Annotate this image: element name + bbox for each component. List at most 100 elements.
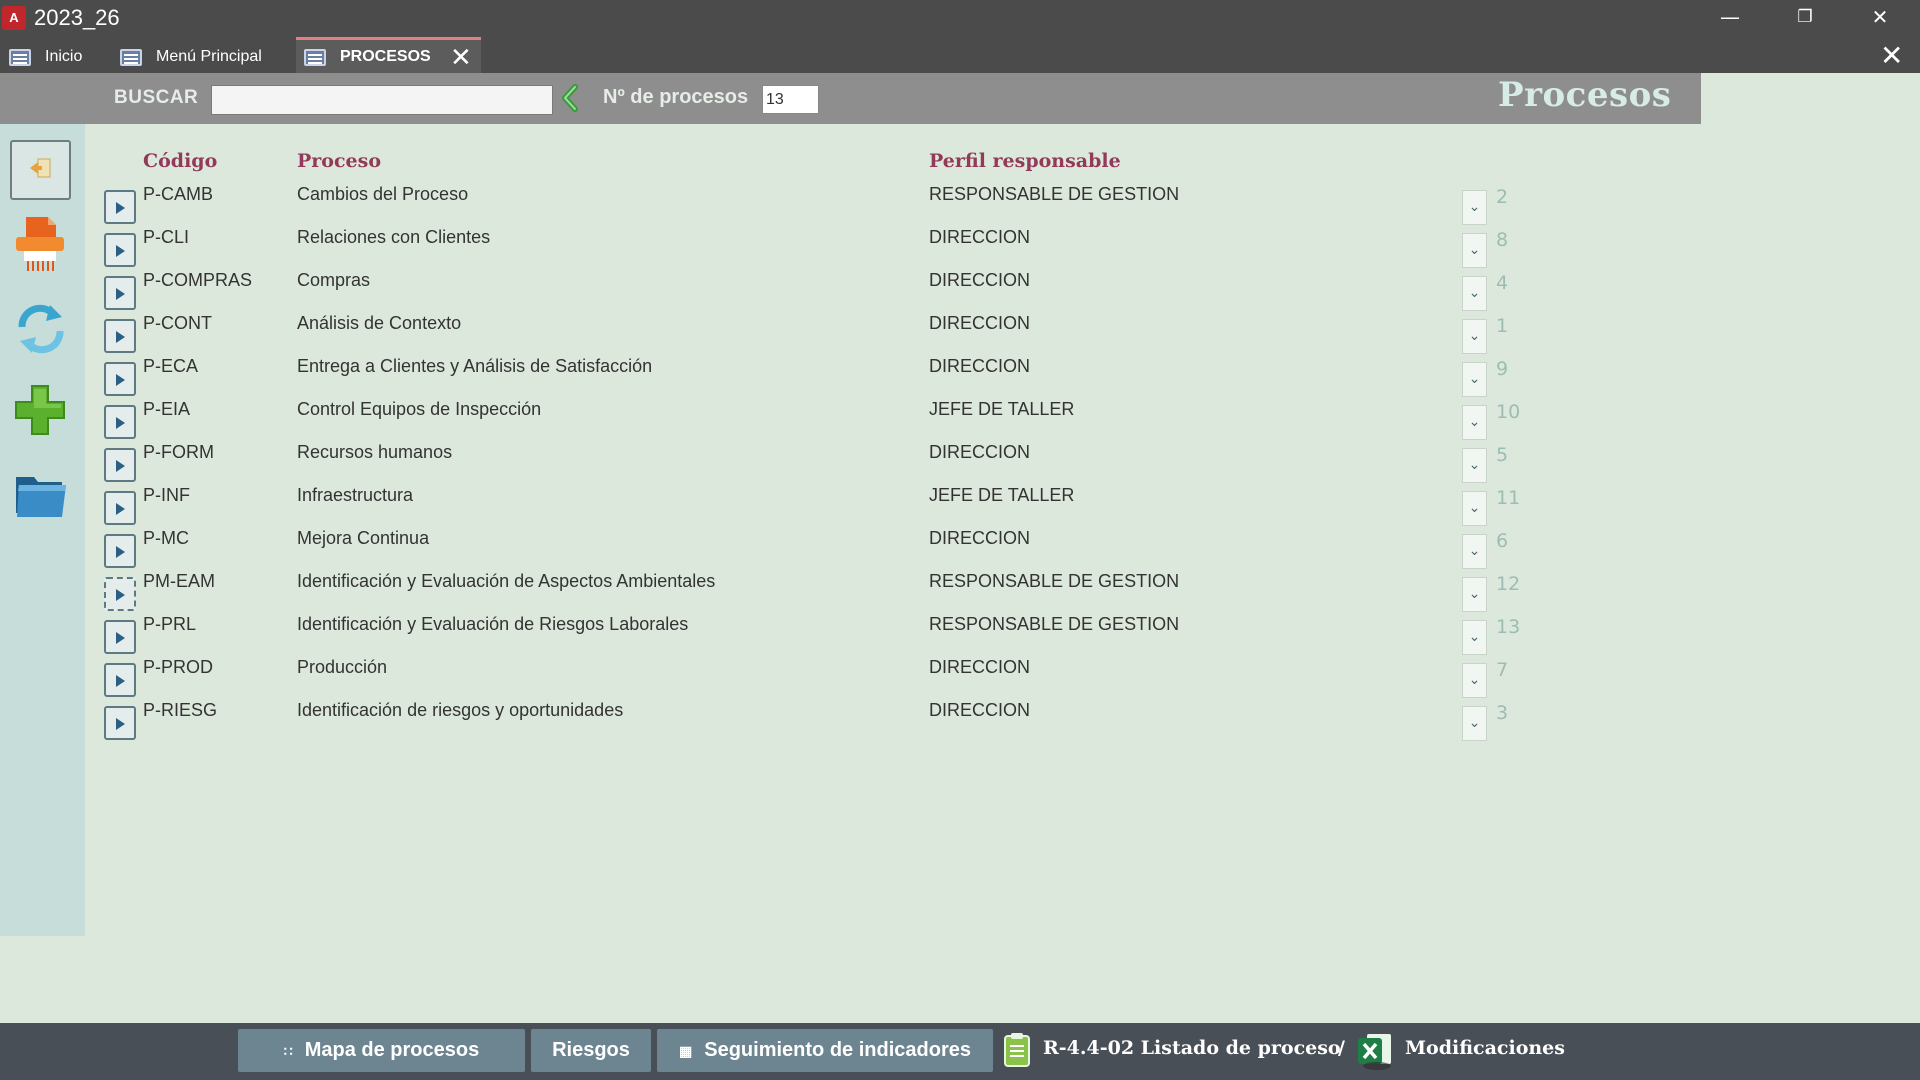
document-tab-bar: Inicio Menú Principal PROCESOS ✕ ✕: [0, 37, 1920, 73]
chevron-down-icon[interactable]: ⌄: [1462, 577, 1487, 612]
open-record-button[interactable]: [104, 233, 136, 267]
table-row: P-INF Infraestructura JEFE DE TALLER ⌄ 11: [0, 479, 1600, 526]
form-header: BUSCAR Nº de procesos 13 Procesos: [0, 73, 1701, 124]
chevron-down-icon[interactable]: ⌄: [1462, 663, 1487, 698]
table-row: PM-EAM Identificación y Evaluación de Asp…: [0, 565, 1600, 612]
process-order-number: 7: [1496, 659, 1509, 681]
tab-procesos[interactable]: PROCESOS ✕: [296, 37, 481, 73]
responsible-profile: RESPONSABLE DE GESTION: [929, 614, 1180, 634]
search-input[interactable]: [211, 85, 553, 115]
responsible-profile: RESPONSABLE DE GESTION: [929, 571, 1180, 591]
chevron-down-icon[interactable]: ⌄: [1462, 319, 1487, 354]
listado-proceso-link[interactable]: R-4.4-02 Listado de proceso: [1043, 1037, 1341, 1059]
open-record-button[interactable]: [104, 362, 136, 396]
open-record-button[interactable]: [104, 620, 136, 654]
open-record-button[interactable]: [104, 577, 136, 611]
chevron-down-icon[interactable]: ⌄: [1462, 448, 1487, 483]
seguimiento-label: Seguimiento de indicadores: [704, 1039, 971, 1061]
open-record-button[interactable]: [104, 405, 136, 439]
process-code: P-CLI: [143, 227, 190, 247]
process-name: Producción: [297, 657, 388, 677]
responsible-profile: DIRECCION: [929, 356, 1031, 376]
tab-menu-principal[interactable]: Menú Principal: [120, 37, 280, 73]
process-code: P-COMPRAS: [143, 270, 253, 290]
process-order-number: 5: [1496, 444, 1509, 466]
process-order-number: 12: [1496, 573, 1521, 595]
process-order-number: 9: [1496, 358, 1509, 380]
chevron-down-icon[interactable]: ⌄: [1462, 405, 1487, 440]
open-record-button[interactable]: [104, 663, 136, 697]
form-icon: [120, 49, 142, 66]
separator-text: /: [1338, 1037, 1345, 1059]
search-label: BUSCAR: [114, 87, 199, 108]
chevron-down-icon[interactable]: ⌄: [1462, 276, 1487, 311]
chevron-down-icon[interactable]: ⌄: [1462, 233, 1487, 268]
process-code: P-FORM: [143, 442, 214, 462]
open-record-button[interactable]: [104, 706, 136, 740]
process-code: P-MC: [143, 528, 189, 548]
minimize-button[interactable]: —: [1702, 0, 1758, 37]
chevron-down-icon[interactable]: ⌄: [1462, 491, 1487, 526]
mapa-de-procesos-button[interactable]: ∷ Mapa de procesos: [238, 1029, 525, 1072]
close-window-button[interactable]: ✕: [1852, 0, 1908, 37]
chevron-down-icon[interactable]: ⌄: [1462, 706, 1487, 741]
chevron-down-icon[interactable]: ⌄: [1462, 362, 1487, 397]
process-order-number: 8: [1496, 229, 1509, 251]
mapa-de-procesos-label: Mapa de procesos: [304, 1039, 480, 1061]
open-record-button[interactable]: [104, 491, 136, 525]
chevron-down-icon[interactable]: ⌄: [1462, 534, 1487, 569]
table-row: P-CAMB Cambios del Proceso RESPONSABLE DE …: [0, 178, 1600, 225]
process-order-number: 13: [1496, 616, 1521, 638]
process-order-number: 3: [1496, 702, 1509, 724]
process-name: Entrega a Clientes y Análisis de Satisfa…: [297, 356, 653, 376]
tab-inicio[interactable]: Inicio: [9, 37, 109, 73]
table-row: P-PROD Producción DIRECCION ⌄ 7: [0, 651, 1600, 698]
table-row: P-EIA Control Equipos de Inspección JEFE D…: [0, 393, 1600, 440]
table-row: P-CLI Relaciones con Clientes DIRECCION ⌄ 8: [0, 221, 1600, 268]
access-app-icon: A: [2, 6, 26, 30]
responsible-profile: DIRECCION: [929, 700, 1031, 720]
chevron-down-icon[interactable]: ⌄: [1462, 620, 1487, 655]
map-dots-icon: ∷: [283, 1043, 293, 1059]
close-document-icon[interactable]: ✕: [1880, 39, 1903, 73]
process-code: P-CONT: [143, 313, 212, 333]
page-title: Procesos: [1498, 75, 1672, 115]
table-row: P-PRL Identificación y Evaluación de Ries…: [0, 608, 1600, 655]
process-name: Cambios del Proceso: [297, 184, 469, 204]
open-record-button[interactable]: [104, 319, 136, 353]
column-header-perfil: Perfil responsable: [929, 150, 1121, 172]
riesgos-label: Riesgos: [552, 1039, 630, 1061]
process-order-number: 2: [1496, 186, 1509, 208]
window-title: 2023_26: [34, 5, 120, 30]
process-code: P-RIESG: [143, 700, 218, 720]
seguimiento-indicadores-button[interactable]: ▦ Seguimiento de indicadores: [657, 1029, 993, 1072]
restore-button[interactable]: ❐: [1777, 0, 1833, 37]
responsible-profile: DIRECCION: [929, 657, 1031, 677]
process-code: P-PRL: [143, 614, 197, 634]
column-header-proceso: Proceso: [297, 150, 381, 172]
process-code: PM-EAM: [143, 571, 215, 591]
modificaciones-link[interactable]: Modificaciones: [1405, 1037, 1565, 1059]
tab-label: PROCESOS: [340, 48, 431, 65]
process-code: P-INF: [143, 485, 190, 505]
tab-label: Inicio: [45, 48, 83, 65]
responsible-profile: DIRECCION: [929, 442, 1031, 462]
table-row: P-RIESG Identificación de riesgos y oport…: [0, 694, 1600, 741]
search-back-arrow-icon[interactable]: [558, 83, 584, 113]
process-name: Mejora Continua: [297, 528, 430, 548]
process-name: Relaciones con Clientes: [297, 227, 491, 247]
open-record-button[interactable]: [104, 448, 136, 482]
form-icon: [9, 49, 31, 66]
responsible-profile: RESPONSABLE DE GESTION: [929, 184, 1180, 204]
process-order-number: 1: [1496, 315, 1509, 337]
chevron-down-icon[interactable]: ⌄: [1462, 190, 1487, 225]
open-record-button[interactable]: [104, 190, 136, 224]
close-tab-icon[interactable]: ✕: [450, 42, 472, 72]
open-record-button[interactable]: [104, 276, 136, 310]
open-record-button[interactable]: [104, 534, 136, 568]
riesgos-button[interactable]: Riesgos: [531, 1029, 651, 1072]
bottom-bar: ∷ Mapa de procesos Riesgos ▦ Seguimiento d…: [0, 1023, 1920, 1080]
process-name: Identificación y Evaluación de Riesgos L…: [297, 614, 689, 634]
excel-icon: [1358, 1034, 1391, 1070]
responsible-profile: JEFE DE TALLER: [929, 399, 1075, 419]
